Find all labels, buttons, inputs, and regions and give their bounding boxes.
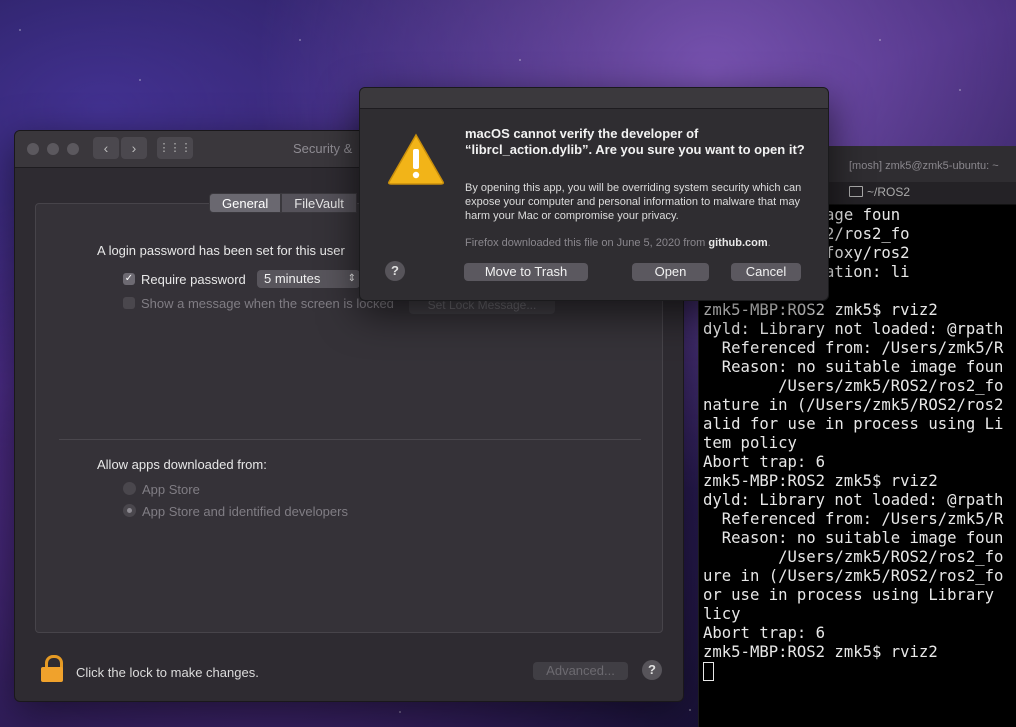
warning-icon bbox=[388, 133, 444, 185]
back-button[interactable]: ‹ bbox=[93, 137, 119, 159]
tab-general[interactable]: General bbox=[209, 193, 282, 213]
download-source-domain: github.com bbox=[708, 237, 768, 249]
terminal-line: Referenced from: /Users/zmk5/R bbox=[703, 510, 1004, 528]
lock-text: Click the lock to make changes. bbox=[76, 665, 259, 680]
forward-button[interactable]: › bbox=[121, 137, 147, 159]
terminal-line: Referenced from: /Users/zmk5/R bbox=[703, 339, 1004, 357]
gatekeeper-dialog: macOS cannot verify the developer of “li… bbox=[359, 87, 829, 301]
dialog-heading: macOS cannot verify the developer of “li… bbox=[465, 126, 805, 157]
terminal-cursor bbox=[703, 662, 714, 681]
folder-icon bbox=[849, 186, 863, 197]
require-password-checkbox[interactable]: ✓ bbox=[123, 273, 135, 285]
show-message-checkbox[interactable] bbox=[123, 297, 135, 309]
cancel-button[interactable]: Cancel bbox=[731, 263, 801, 281]
terminal-line: licy bbox=[703, 605, 741, 623]
terminal-line: Reason: no suitable image foun bbox=[703, 358, 1004, 376]
window-title: Security & bbox=[293, 141, 353, 156]
terminal-line: or use in process using Library bbox=[703, 586, 995, 604]
require-password-select[interactable]: 5 minutes ⇕ bbox=[257, 270, 360, 288]
terminal-line: ure in (/Users/zmk5/ROS2/ros2_fo bbox=[703, 567, 1004, 585]
radio-app-store[interactable] bbox=[123, 482, 136, 495]
terminal-line: zmk5-MBP:ROS2 zmk5$ rviz2 bbox=[703, 301, 938, 319]
move-to-trash-button[interactable]: Move to Trash bbox=[464, 263, 588, 281]
tab-bar: General FileVault bbox=[209, 193, 357, 213]
grid-icon: ⋮⋮⋮ bbox=[158, 142, 192, 154]
show-all-button[interactable]: ⋮⋮⋮ bbox=[157, 137, 193, 159]
open-button[interactable]: Open bbox=[632, 263, 709, 281]
terminal-line: /Users/zmk5/ROS2/ros2_fo bbox=[703, 548, 1004, 566]
advanced-button[interactable]: Advanced... bbox=[533, 662, 628, 680]
radio-identified-developers-label: App Store and identified developers bbox=[142, 504, 348, 519]
terminal-line: zmk5-MBP:ROS2 zmk5$ rviz2 bbox=[703, 472, 938, 490]
terminal-line: Abort trap: 6 bbox=[703, 624, 826, 642]
terminal-line: Abort trap: 6 bbox=[703, 453, 826, 471]
minimize-button[interactable] bbox=[47, 143, 59, 155]
terminal-line: dyld: Library not loaded: @rpath bbox=[703, 491, 1004, 509]
chevron-left-icon: ‹ bbox=[103, 140, 109, 156]
terminal-line: /Users/zmk5/ROS2/ros2_fo bbox=[703, 377, 1004, 395]
terminal-line: Reason: no suitable image foun bbox=[703, 529, 1004, 547]
login-password-text: A login password has been set for this u… bbox=[97, 243, 345, 258]
show-message-label: Show a message when the screen is locked bbox=[141, 296, 394, 311]
tab-filevault[interactable]: FileVault bbox=[281, 193, 357, 213]
help-button[interactable]: ? bbox=[642, 660, 662, 680]
radio-identified-developers[interactable] bbox=[123, 504, 136, 517]
terminal-line: dyld: Library not loaded: @rpath bbox=[703, 320, 1004, 338]
terminal-line: nature in (/Users/zmk5/ROS2/ros2 bbox=[703, 396, 1004, 414]
chevron-right-icon: › bbox=[131, 140, 137, 156]
terminal-line: tem policy bbox=[703, 434, 797, 452]
download-source-suffix: . bbox=[767, 237, 771, 249]
allow-apps-label: Allow apps downloaded from: bbox=[97, 457, 267, 472]
dialog-titlebar bbox=[360, 88, 828, 109]
zoom-button[interactable] bbox=[67, 143, 79, 155]
terminal-line: alid for use in process using Li bbox=[703, 415, 1004, 433]
terminal-tab-label: ~/ROS2 bbox=[867, 185, 911, 199]
section-divider bbox=[59, 439, 641, 440]
dialog-help-button[interactable]: ? bbox=[385, 261, 405, 281]
download-source-text: Firefox downloaded this file on June 5, … bbox=[465, 237, 771, 249]
require-password-label: Require password bbox=[141, 272, 246, 287]
lock-icon[interactable] bbox=[39, 655, 65, 683]
terminal-line: zmk5-MBP:ROS2 zmk5$ rviz2 bbox=[703, 643, 938, 661]
checkmark-icon: ✓ bbox=[124, 273, 134, 284]
download-source-prefix: Firefox downloaded this file on June 5, … bbox=[465, 237, 706, 249]
require-password-value: 5 minutes bbox=[264, 271, 321, 286]
dialog-body: By opening this app, you will be overrid… bbox=[465, 182, 802, 222]
close-button[interactable] bbox=[27, 143, 39, 155]
terminal-title: [mosh] zmk5@zmk5-ubuntu: ~ bbox=[849, 160, 999, 172]
updown-chevron-icon: ⇕ bbox=[347, 273, 356, 284]
radio-app-store-label: App Store bbox=[142, 482, 200, 497]
